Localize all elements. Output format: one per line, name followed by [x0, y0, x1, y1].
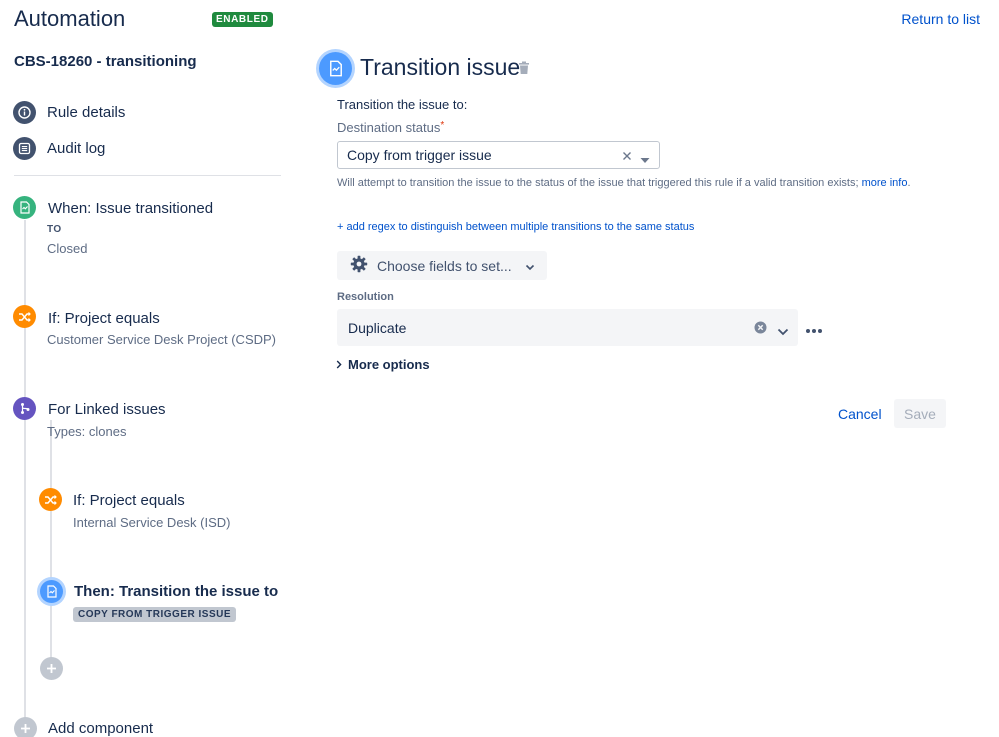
chevron-down-icon[interactable]	[777, 323, 789, 339]
action-title[interactable]: Then: Transition the issue to	[74, 583, 278, 600]
trigger-title[interactable]: When: Issue transitioned	[48, 200, 213, 217]
add-component-plus-icon[interactable]	[14, 717, 37, 737]
condition2-title[interactable]: If: Project equals	[73, 492, 185, 509]
help-text: Will attempt to transition the issue to …	[337, 174, 947, 192]
branch-subtitle: Types: clones	[47, 424, 127, 439]
page-title: Transition issue	[360, 54, 521, 80]
nav-rule-details[interactable]: Rule details	[13, 100, 125, 124]
trash-icon[interactable]	[518, 61, 530, 80]
condition1-title[interactable]: If: Project equals	[48, 310, 160, 327]
action-lozenge: COPY FROM TRIGGER ISSUE	[73, 607, 236, 622]
more-info-link[interactable]: more info	[862, 177, 908, 189]
transition-label: Transition the issue to:	[337, 97, 468, 112]
clear-circle-icon[interactable]	[754, 321, 767, 337]
list-icon	[13, 136, 36, 160]
return-to-list-link[interactable]: Return to list	[901, 11, 980, 27]
branch-title[interactable]: For Linked issues	[48, 401, 166, 418]
clear-icon[interactable]	[622, 148, 632, 164]
timeline-line	[24, 220, 26, 737]
gear-icon	[350, 255, 368, 276]
destination-status-label-text: Destination status	[337, 120, 441, 135]
caret-down-icon[interactable]	[640, 151, 650, 167]
sidebar-divider	[14, 175, 281, 176]
chevron-right-icon	[336, 357, 342, 372]
choose-fields-button[interactable]: Choose fields to set...	[337, 251, 547, 280]
required-marker: *	[440, 120, 445, 131]
trigger-to-value: Closed	[47, 241, 88, 256]
destination-status-select[interactable]: Copy from trigger issue	[337, 141, 660, 169]
add-component-label[interactable]: Add component	[48, 720, 153, 737]
action-transition-icon[interactable]	[40, 580, 63, 603]
resolution-label: Resolution	[337, 291, 394, 303]
app-title: Automation	[14, 6, 126, 31]
nav-audit-log-label: Audit log	[47, 139, 106, 157]
add-branch-component-button[interactable]	[40, 657, 63, 680]
help-text-body: Will attempt to transition the issue to …	[337, 177, 859, 189]
destination-status-label: Destination status*	[337, 120, 444, 135]
condition-shuffle-icon[interactable]	[13, 305, 36, 328]
more-options-toggle[interactable]: More options	[336, 357, 430, 372]
more-options-label: More options	[348, 357, 430, 372]
trigger-transition-icon[interactable]	[13, 196, 36, 219]
branch-icon[interactable]	[13, 397, 36, 420]
info-icon	[13, 100, 36, 124]
resolution-select[interactable]: Duplicate	[337, 309, 798, 346]
condition2-subtitle: Internal Service Desk (ISD)	[73, 515, 231, 530]
cancel-button[interactable]: Cancel	[829, 399, 891, 428]
nav-rule-details-label: Rule details	[47, 103, 126, 121]
trigger-to-label: TO	[47, 224, 62, 235]
branch-line	[50, 420, 52, 668]
condition-shuffle-icon[interactable]	[39, 488, 62, 511]
chevron-down-icon	[525, 258, 535, 274]
help-text-suffix: .	[907, 177, 911, 189]
nav-audit-log[interactable]: Audit log	[13, 136, 105, 160]
save-button[interactable]: Save	[894, 399, 946, 428]
resolution-value: Duplicate	[348, 319, 407, 336]
destination-status-value: Copy from trigger issue	[347, 147, 492, 163]
transition-issue-icon	[319, 52, 352, 85]
rule-name: CBS-18260 - transitioning	[14, 53, 197, 70]
choose-fields-label: Choose fields to set...	[377, 257, 512, 274]
more-actions-icon[interactable]	[805, 318, 823, 339]
add-regex-link[interactable]: + add regex to distinguish between multi…	[337, 221, 694, 233]
status-badge: ENABLED	[212, 12, 273, 27]
condition1-subtitle: Customer Service Desk Project (CSDP)	[47, 332, 276, 347]
